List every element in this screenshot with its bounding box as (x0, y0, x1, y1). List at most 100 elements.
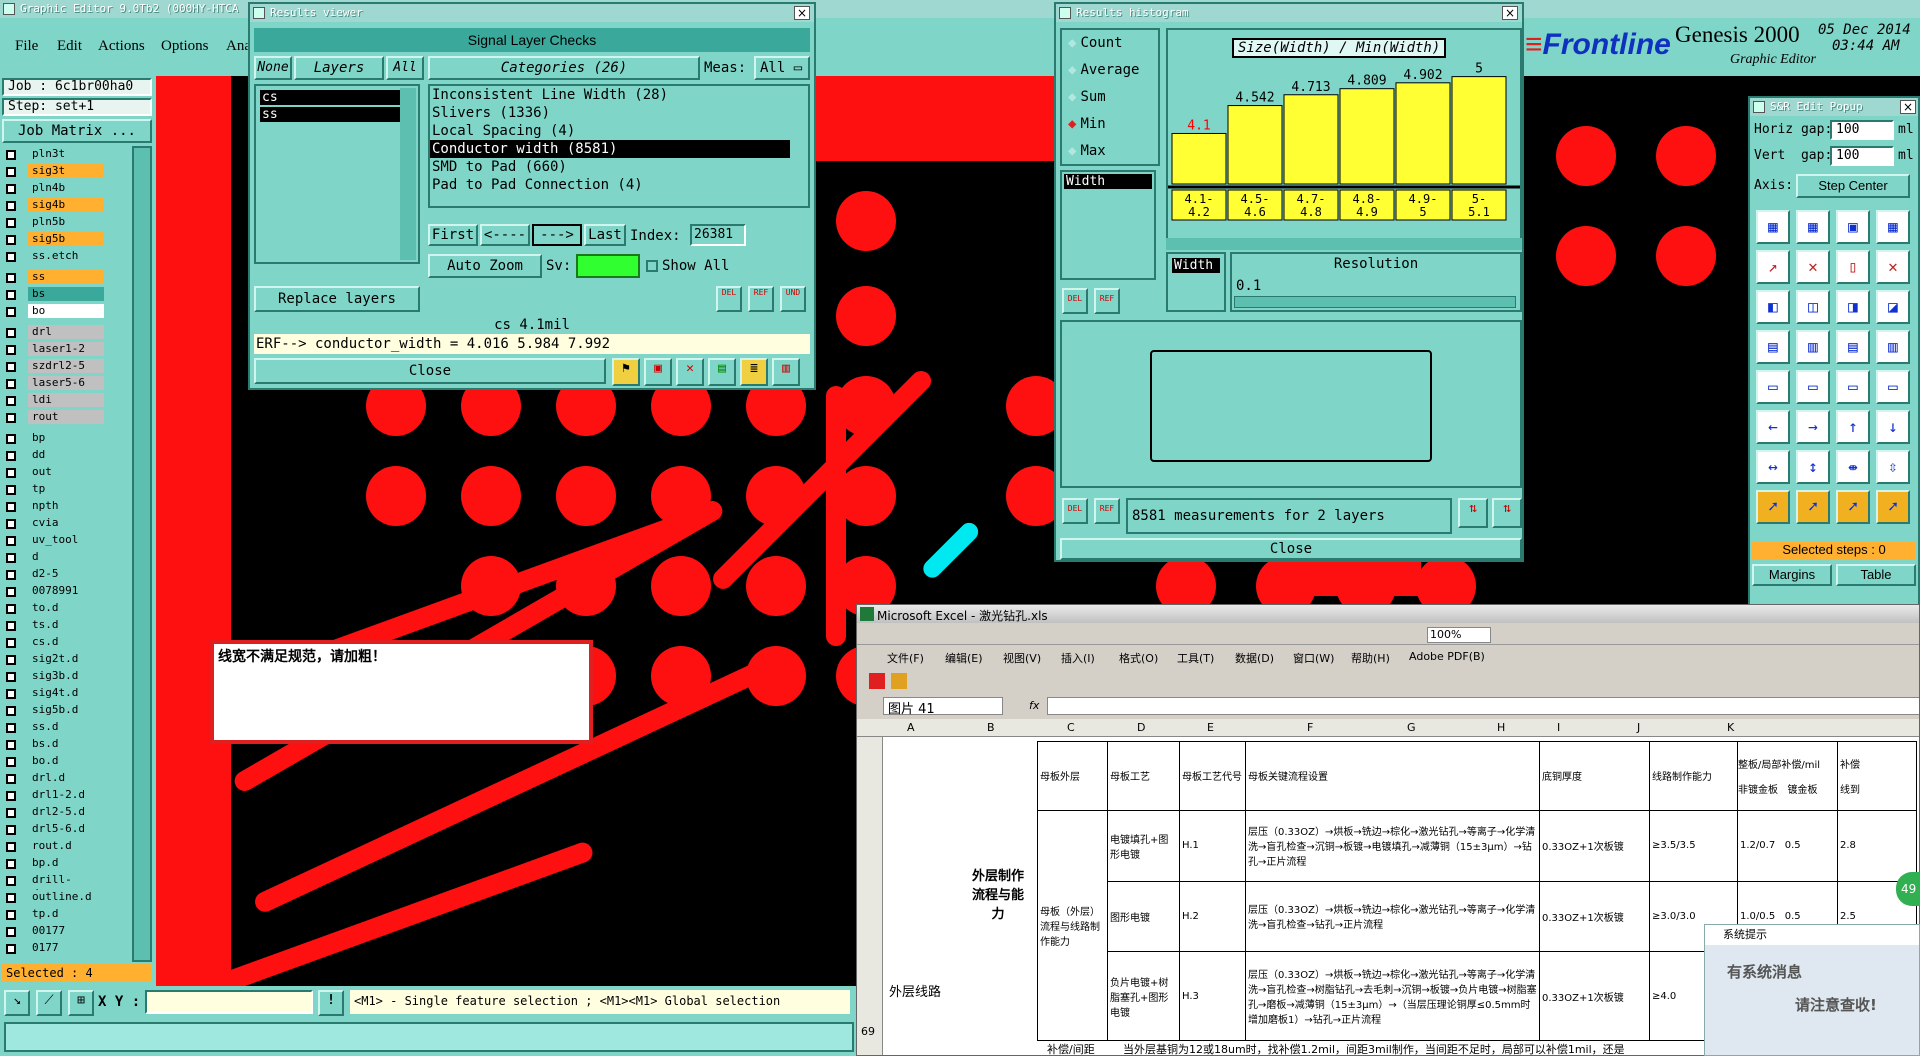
compress-v-icon[interactable]: ⇳ (1876, 450, 1910, 484)
layer-checkbox[interactable] (6, 434, 16, 444)
category-item[interactable]: Inconsistent Line Width (28) (430, 86, 790, 104)
radio-diamond-icon[interactable]: ◆ (1068, 35, 1076, 51)
layer-list-item[interactable]: cs (260, 90, 414, 105)
excel-menu-item[interactable]: Adobe PDF(B) (1409, 650, 1485, 663)
category-item[interactable]: SMD to Pad (660) (430, 158, 790, 176)
layer-name[interactable]: sig4b (28, 198, 104, 212)
tab-all[interactable]: All (386, 56, 424, 80)
layer-checkbox[interactable] (6, 167, 16, 177)
category-item[interactable]: Pad to Pad Connection (4) (430, 176, 790, 194)
layer-checkbox[interactable] (6, 273, 16, 283)
histogram-close-icon[interactable]: × (1502, 6, 1518, 20)
layer-row[interactable]: drl.d (2, 770, 126, 787)
align-left-icon[interactable]: ◧ (1756, 290, 1790, 324)
layer-row[interactable]: rout (2, 409, 126, 426)
layer-name[interactable]: sig4t.d (28, 686, 104, 700)
column-header[interactable]: E (1207, 721, 1214, 734)
layer-checkbox[interactable] (6, 235, 16, 245)
layer-name[interactable]: pln4b (28, 181, 104, 195)
resolution-slider[interactable] (1234, 296, 1516, 308)
layer-checkbox[interactable] (6, 672, 16, 682)
layer-checkbox[interactable] (6, 201, 16, 211)
cell-code-2[interactable]: H.2 (1179, 880, 1246, 953)
row-left-icon[interactable]: ▭ (1756, 370, 1790, 404)
xy-input[interactable] (145, 990, 313, 1014)
layer-list-scrollbar[interactable] (400, 88, 416, 260)
layer-checkbox[interactable] (6, 553, 16, 563)
layer-listbox[interactable]: cs ss (254, 84, 420, 264)
layer-checkbox[interactable] (6, 621, 16, 631)
layer-checkbox[interactable] (6, 252, 16, 262)
cell-b[interactable]: 外层制作流程与能力 (969, 865, 1027, 922)
layer-row[interactable]: ss.etch (2, 248, 126, 265)
last-button[interactable]: Last (584, 224, 626, 246)
layer-name[interactable]: drl1-2.d (28, 788, 104, 802)
histogram-bar[interactable] (1227, 105, 1283, 185)
layer-checkbox[interactable] (6, 345, 16, 355)
layer-checkbox[interactable] (6, 451, 16, 461)
layer-checkbox[interactable] (6, 655, 16, 665)
cell-c[interactable]: 母板（外层）流程与线路制作能力 (1037, 809, 1108, 1042)
excel-menu-item[interactable]: 视图(V) (1003, 650, 1041, 666)
layer-name[interactable]: pln5b (28, 215, 104, 229)
layer-row[interactable]: bo (2, 303, 126, 320)
hist-del-icon-2[interactable]: DEL (1062, 498, 1088, 524)
layer-name[interactable]: drill-draw. (28, 873, 104, 900)
delete-step-icon[interactable]: ✕ (1796, 250, 1830, 284)
layer-name[interactable]: laser1-2 (28, 342, 104, 356)
layer-row[interactable]: tp (2, 481, 126, 498)
layer-name[interactable]: drl5-6.d (28, 822, 104, 836)
layer-checkbox[interactable] (6, 638, 16, 648)
layer-checkbox[interactable] (6, 468, 16, 478)
layer-checkbox[interactable] (6, 791, 16, 801)
layer-name[interactable]: d (28, 550, 104, 564)
layer-row[interactable]: 0177 (2, 940, 126, 957)
tool-icon-4[interactable]: ▤ (708, 358, 736, 386)
layer-checkbox[interactable] (6, 723, 16, 733)
cross-step-icon[interactable]: ✕ (1876, 250, 1910, 284)
excel-menu-item[interactable]: 文件(F) (887, 650, 924, 666)
show-all-checkbox[interactable] (646, 260, 658, 272)
pointer-4-icon[interactable]: ➚ (1876, 490, 1910, 524)
cell-tech-3[interactable]: 负片电镀+树脂塞孔+图形电镀 (1107, 951, 1180, 1041)
histogram-bar[interactable] (1283, 94, 1339, 185)
cell-flow-3[interactable]: 层压（0.33OZ）→烘板→铣边→棕化→激光钻孔→等离子→化学清洗→盲孔检查→树… (1245, 951, 1540, 1041)
alert-icon[interactable]: ! (318, 990, 344, 1016)
layer-name[interactable]: bs.d (28, 737, 104, 751)
layer-name[interactable]: cvia (28, 516, 104, 530)
layer-name[interactable]: d2-5 (28, 567, 104, 581)
layer-name[interactable]: drl (28, 325, 104, 339)
measure-tool-icon[interactable]: ⟋ (36, 990, 62, 1016)
row-right-icon[interactable]: ▭ (1836, 370, 1870, 404)
layer-row[interactable]: laser1-2 (2, 341, 126, 358)
pdf-icon[interactable] (869, 673, 885, 689)
layer-row[interactable]: sig3t (2, 163, 126, 180)
layer-row[interactable]: dd (2, 447, 126, 464)
arrow-right-icon[interactable]: → (1796, 410, 1830, 444)
del-icon[interactable]: DEL (716, 286, 742, 312)
hist-ref-icon-2[interactable]: REF (1094, 498, 1120, 524)
layer-checkbox[interactable] (6, 485, 16, 495)
spread-h-icon[interactable]: ↔ (1756, 450, 1790, 484)
category-item[interactable]: Slivers (1336) (430, 104, 790, 122)
layer-name[interactable]: sig5b (28, 232, 104, 246)
layer-name[interactable]: bp (28, 431, 104, 445)
layer-row[interactable]: szdrl2-5 (2, 358, 126, 375)
category-item[interactable]: Local Spacing (4) (430, 122, 790, 140)
layer-name[interactable]: ss.etch (28, 249, 104, 263)
ref-icon[interactable]: REF (748, 286, 774, 312)
layer-name[interactable]: pln3t (28, 147, 104, 161)
layer-checkbox[interactable] (6, 502, 16, 512)
system-notification[interactable]: 系统提示 有系统消息 请注意查收! (1704, 924, 1920, 1056)
layer-row[interactable]: d2-5 (2, 566, 126, 583)
histogram-close-button[interactable]: Close (1060, 538, 1522, 560)
tab-layers[interactable]: Layers (294, 56, 384, 80)
layer-row[interactable]: sig5b (2, 231, 126, 248)
layer-row[interactable]: d (2, 549, 126, 566)
layer-row[interactable]: bp (2, 430, 126, 447)
pointer-3-icon[interactable]: ➚ (1836, 490, 1870, 524)
column-header[interactable]: G (1407, 721, 1416, 734)
layer-row[interactable]: bs.d (2, 736, 126, 753)
cell-flow-2[interactable]: 层压（0.33OZ）→烘板→铣边→棕化→激光钻孔→等离子→化学清洗→盲孔检查→钻… (1245, 880, 1540, 953)
grid-3x3-icon[interactable]: ▦ (1876, 210, 1910, 244)
